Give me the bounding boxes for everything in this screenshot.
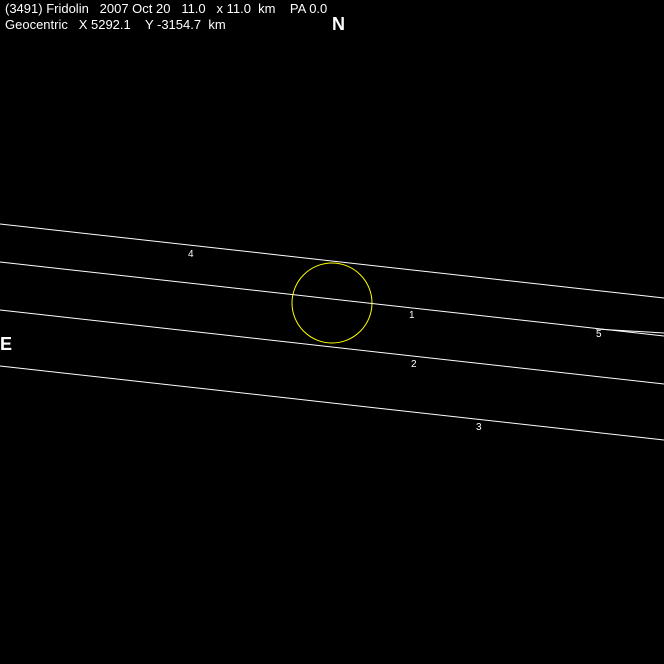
chord-label-3: 3 xyxy=(476,422,482,433)
chord-label-4: 4 xyxy=(188,249,194,260)
asteroid-outline xyxy=(291,262,373,344)
occultation-diagram: 4 1 5 2 3 xyxy=(0,223,664,441)
chord-line-4 xyxy=(0,223,664,299)
chord-line-2 xyxy=(0,309,664,385)
chord-label-1: 1 xyxy=(409,310,415,321)
chord-label-5: 5 xyxy=(596,329,602,340)
chord-line-1 xyxy=(0,261,664,337)
chord-line-3 xyxy=(0,365,664,441)
chord-label-2: 2 xyxy=(411,359,417,370)
